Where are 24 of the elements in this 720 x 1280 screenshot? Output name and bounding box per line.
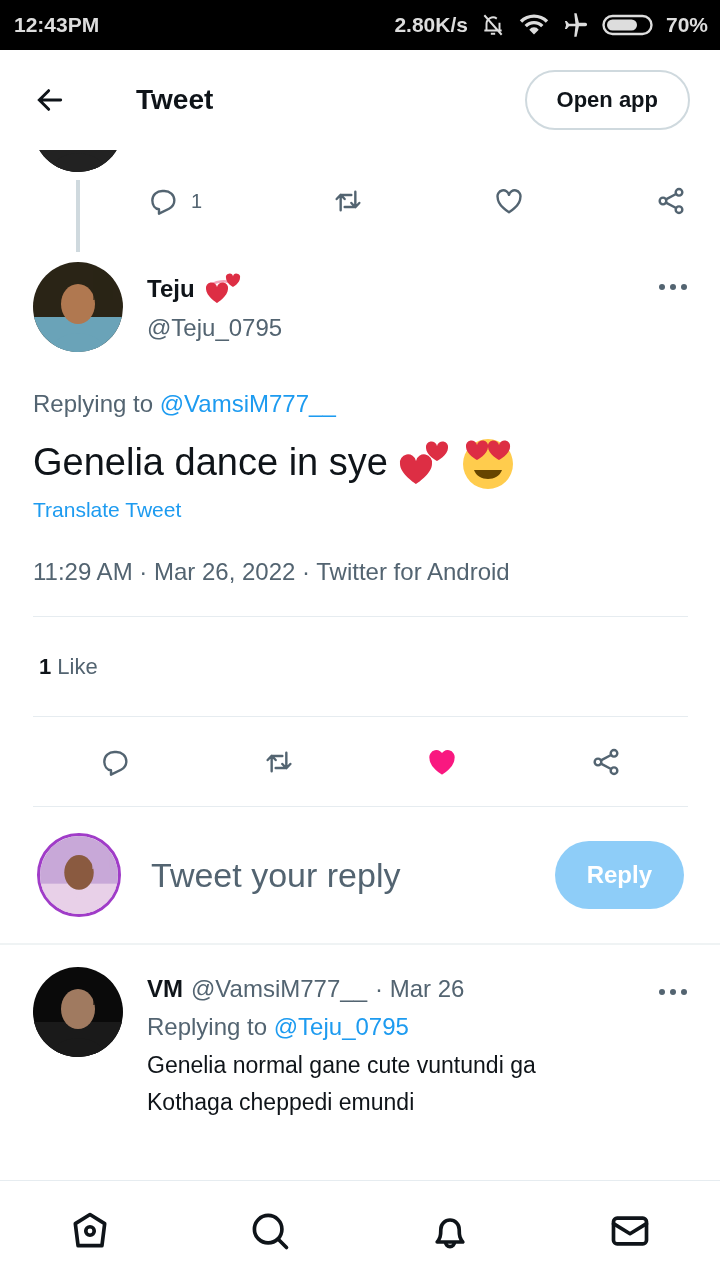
user-name: VM — [147, 974, 183, 1004]
status-time: 12:43PM — [14, 13, 100, 37]
replying-to-text: Replying to @VamsiM777__ — [33, 390, 337, 418]
tweet-text: Genelia dance in sye — [33, 440, 388, 484]
mention-link[interactable]: @VamsiM777__ — [159, 390, 336, 417]
reply-date: · Mar 26 — [375, 974, 465, 1004]
user-handle: @VamsiM777__ — [191, 974, 367, 1004]
user-handle: @Teju_0795 — [147, 314, 284, 342]
mention-link[interactable]: @Teju_0795 — [273, 1013, 409, 1041]
reply-text: Genelia normal gane cute vuntundi ga Kothaga cheppedi emundi — [147, 1050, 537, 1117]
translate-link[interactable]: Translate Tweet — [33, 498, 182, 522]
battery-icon — [601, 13, 654, 37]
like-count[interactable]: 1 Like — [39, 653, 98, 680]
more-options-icon[interactable] — [658, 987, 688, 997]
reply-count: 1 — [191, 189, 203, 213]
tweet-timestamp: 11:29 AM · Mar 26, 2022 · Twitter for Android — [33, 558, 688, 617]
page-title: Tweet — [136, 84, 215, 116]
hearts-emoji-icon — [204, 272, 243, 306]
replying-to-text: Replying to @Teju_0795 — [147, 1012, 410, 1043]
battery-percent: 70% — [665, 13, 708, 37]
open-app-button[interactable]: Open app — [524, 70, 690, 130]
network-speed: 2.80K/s — [394, 13, 468, 37]
more-options-icon[interactable] — [658, 282, 688, 292]
user-name: Teju — [147, 275, 195, 303]
